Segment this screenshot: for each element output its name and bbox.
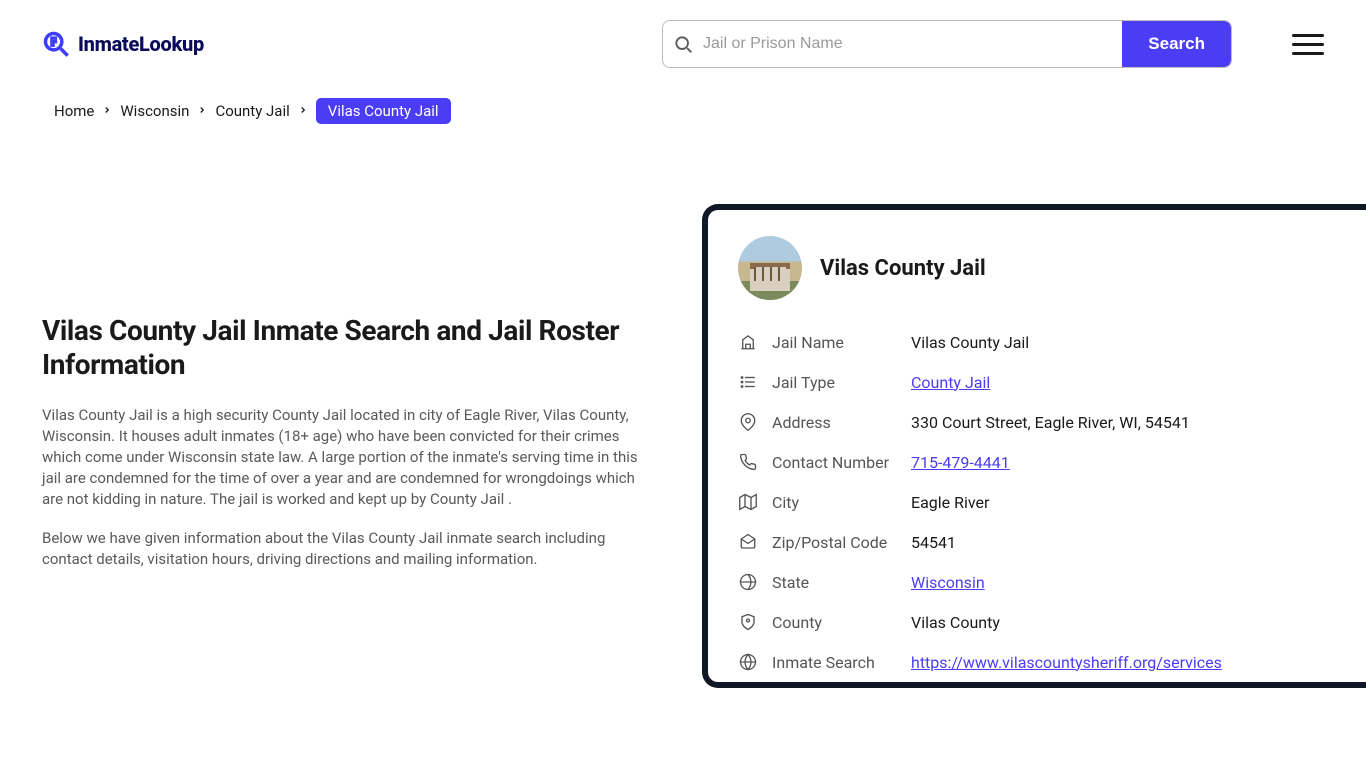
info-label: Contact Number: [772, 453, 897, 472]
chevron-right-icon: [102, 104, 112, 118]
breadcrumb-state[interactable]: Wisconsin: [120, 102, 189, 120]
card-header: Vilas County Jail: [708, 210, 1366, 322]
site-logo[interactable]: InmateLookup: [42, 30, 204, 58]
info-row: Jail Type County Jail: [708, 362, 1366, 402]
info-row: County Vilas County: [708, 602, 1366, 642]
hamburger-menu-icon[interactable]: [1292, 28, 1324, 60]
info-label: County: [772, 613, 897, 632]
magnifier-logo-icon: [42, 30, 70, 58]
info-row: Jail Name Vilas County Jail: [708, 322, 1366, 362]
info-row: Zip/Postal Code 54541: [708, 522, 1366, 562]
search-button[interactable]: Search: [1122, 21, 1231, 67]
shield-icon: [738, 612, 758, 632]
search-icon: [663, 34, 703, 54]
envelope-icon: [738, 532, 758, 552]
info-value: Vilas County Jail: [911, 333, 1029, 352]
breadcrumb-current: Vilas County Jail: [316, 98, 451, 124]
info-value: Eagle River: [911, 493, 989, 512]
web-icon: [738, 652, 758, 672]
list-icon: [738, 372, 758, 392]
page-title: Vilas County Jail Inmate Search and Jail…: [42, 314, 642, 381]
info-row: City Eagle River: [708, 482, 1366, 522]
info-value: 54541: [911, 533, 956, 552]
logo-text: InmateLookup: [78, 32, 204, 56]
card-title: Vilas County Jail: [820, 256, 986, 281]
info-label: Zip/Postal Code: [772, 533, 897, 552]
info-row: Address 330 Court Street, Eagle River, WI…: [708, 402, 1366, 442]
info-value[interactable]: 715-479-4441: [911, 453, 1010, 472]
globe-icon: [738, 572, 758, 592]
info-label: Jail Name: [772, 333, 897, 352]
map-icon: [738, 492, 758, 512]
right-column: Vilas County Jail Jail Name Vilas County …: [702, 204, 1366, 688]
info-value[interactable]: Wisconsin: [911, 573, 985, 592]
breadcrumb-type[interactable]: County Jail: [215, 102, 289, 120]
pin-icon: [738, 412, 758, 432]
main-content: Vilas County Jail Inmate Search and Jail…: [0, 144, 1366, 688]
breadcrumb-home[interactable]: Home: [54, 102, 94, 120]
info-value: Vilas County: [911, 613, 1000, 632]
chevron-right-icon: [298, 104, 308, 118]
phone-icon: [738, 452, 758, 472]
info-label: Address: [772, 413, 897, 432]
left-column: Vilas County Jail Inmate Search and Jail…: [42, 204, 642, 688]
info-row: Contact Number 715-479-4441: [708, 442, 1366, 482]
site-header: InmateLookup Search: [0, 0, 1366, 88]
jail-info-card: Vilas County Jail Jail Name Vilas County …: [702, 204, 1366, 688]
breadcrumb: Home Wisconsin County Jail Vilas County …: [0, 88, 1366, 144]
info-label: City: [772, 493, 897, 512]
search-input[interactable]: [703, 21, 1122, 67]
info-value: 330 Court Street, Eagle River, WI, 54541: [911, 413, 1190, 432]
info-label: Inmate Search: [772, 653, 897, 672]
info-value[interactable]: https://www.vilascountysheriff.org/servi…: [911, 653, 1222, 672]
search-wrap: Search: [662, 20, 1232, 68]
chevron-right-icon: [197, 104, 207, 118]
info-label: State: [772, 573, 897, 592]
building-icon: [738, 332, 758, 352]
jail-photo: [738, 236, 802, 300]
info-row: Inmate Search https://www.vilascountysher…: [708, 642, 1366, 682]
description-para-1: Vilas County Jail is a high security Cou…: [42, 405, 642, 510]
info-value[interactable]: County Jail: [911, 373, 990, 392]
description-para-2: Below we have given information about th…: [42, 528, 642, 570]
info-label: Jail Type: [772, 373, 897, 392]
info-row: State Wisconsin: [708, 562, 1366, 602]
